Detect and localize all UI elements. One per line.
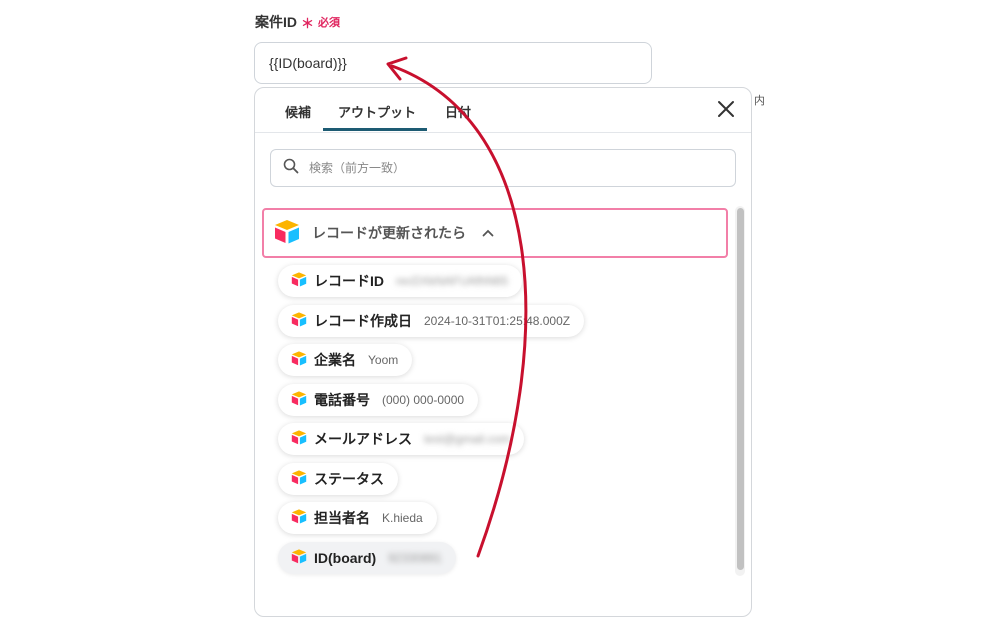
search-icon <box>283 158 299 179</box>
tab-candidates[interactable]: 候補 <box>285 102 311 121</box>
airtable-icon <box>290 469 308 490</box>
chip-value: Yoom <box>368 353 399 367</box>
case-id-input[interactable]: {{ID(board)}} <box>254 42 652 84</box>
output-picker-popup: 候補 アウトプット 日付 レコードが更新されたら <box>254 87 752 617</box>
search-box[interactable] <box>270 149 736 187</box>
tab-bar: 候補 アウトプット 日付 <box>255 88 751 133</box>
chip-label: メールアドレス <box>314 431 412 447</box>
chip-label: ID(board) <box>314 550 377 566</box>
tab-date[interactable]: 日付 <box>445 102 471 121</box>
output-chip-board-id[interactable]: ID(board) 92330891 <box>278 542 456 574</box>
chip-label: ステータス <box>314 471 384 487</box>
tab-output[interactable]: アウトプット <box>338 102 416 121</box>
airtable-icon <box>272 218 302 249</box>
chip-label: 担当者名 <box>314 510 370 526</box>
airtable-icon <box>290 271 308 292</box>
active-tab-indicator <box>323 128 427 131</box>
output-chip-status[interactable]: ステータス <box>278 463 398 495</box>
scrollbar-thumb[interactable] <box>737 208 744 570</box>
chip-value: 92330891 <box>388 551 442 565</box>
airtable-icon <box>290 429 308 450</box>
close-icon[interactable] <box>715 98 737 120</box>
required-badge: 必須 <box>318 17 341 29</box>
search-input[interactable] <box>307 160 711 176</box>
case-id-input-value: {{ID(board)}} <box>269 55 347 71</box>
chip-label: レコードID <box>314 273 384 289</box>
airtable-icon <box>290 311 308 332</box>
required-asterisk: ＊ <box>301 15 315 31</box>
chip-label: レコード作成日 <box>314 313 412 329</box>
chip-value: 2024-10-31T01:25:48.000Z <box>424 314 571 328</box>
airtable-icon <box>290 548 308 569</box>
field-label: 案件ID ＊ 必須 <box>255 12 340 32</box>
section-title: レコードが更新されたら <box>312 225 466 241</box>
output-chip-phone[interactable]: 電話番号 (000) 000-0000 <box>278 384 479 416</box>
chip-value: test@gmail.com <box>424 432 511 446</box>
output-chip-record-created[interactable]: レコード作成日 2024-10-31T01:25:48.000Z <box>278 305 585 337</box>
chip-value: (000) 000-0000 <box>382 393 465 407</box>
output-chip-email[interactable]: メールアドレス test@gmail.com <box>278 423 525 455</box>
chip-label: 企業名 <box>314 352 356 368</box>
airtable-icon <box>290 508 308 529</box>
field-label-text: 案件ID <box>255 14 297 30</box>
output-chip-record-id[interactable]: レコードID recDXkNAFUAfhN65 <box>278 265 523 297</box>
airtable-icon <box>290 390 308 411</box>
chip-value: K.hieda <box>382 511 423 525</box>
chevron-up-icon[interactable] <box>482 224 494 242</box>
trigger-section-header[interactable]: レコードが更新されたら <box>262 208 728 258</box>
output-chip-company[interactable]: 企業名 Yoom <box>278 344 413 376</box>
airtable-icon <box>290 350 308 371</box>
clipped-side-text: 内 <box>754 95 765 107</box>
chip-value: recDXkNAFUAfhN65 <box>396 274 509 288</box>
output-chip-assignee[interactable]: 担当者名 K.hieda <box>278 502 437 534</box>
chip-label: 電話番号 <box>314 392 370 408</box>
